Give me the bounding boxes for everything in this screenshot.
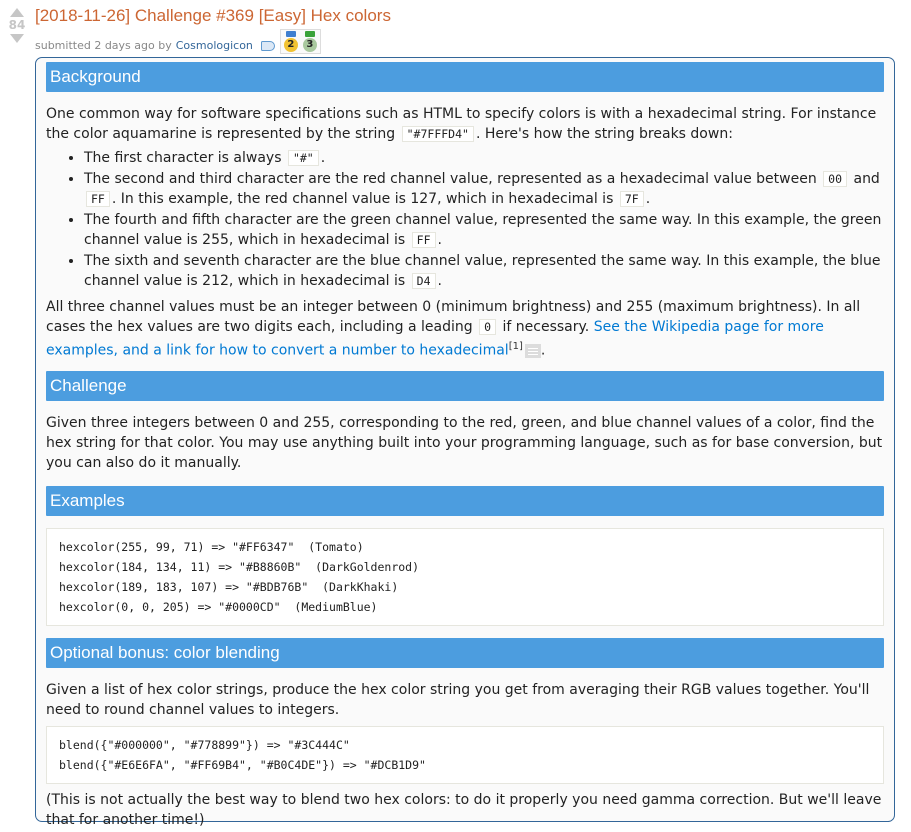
vote-column: 84 (6, 8, 28, 43)
code-line: hexcolor(0, 0, 205) => "#0000CD" (Medium… (59, 599, 378, 614)
breakdown-list: The first character is always "#". The s… (46, 148, 884, 291)
badge-flag-icon (285, 31, 296, 37)
post-body: Background One common way for software s… (35, 57, 895, 828)
code-ff: FF (411, 232, 436, 248)
heading-examples: Examples (46, 485, 884, 516)
background-intro: One common way for software specificatio… (46, 104, 884, 144)
code-line: hexcolor(255, 99, 71) => "#FF6347" (Toma… (59, 539, 364, 554)
badge-medal-3: 3 (302, 38, 317, 52)
expando-note-icon[interactable] (524, 343, 541, 358)
bullet-text: The first character is always (84, 150, 282, 166)
downvote-arrow-icon[interactable] (10, 34, 24, 43)
list-item: The fourth and fifth character are the g… (84, 210, 884, 250)
bullet-text: The second and third character are the r… (84, 171, 817, 187)
badge-silver: 2 (283, 31, 299, 52)
post-title[interactable]: [2018-11-26] Challenge #369 [Easy] Hex c… (35, 6, 391, 26)
badge-flag-icon (304, 31, 315, 37)
code-line: blend({"#000000", "#778899"}) => "#3C444… (59, 737, 350, 752)
badge-green: 3 (302, 31, 318, 52)
bonus-note: (This is not actually the best way to bl… (46, 791, 882, 828)
code-7f: 7F (619, 191, 644, 207)
submitted-text: submitted 2 days ago by (35, 39, 172, 52)
examples-code-block: hexcolor(255, 99, 71) => "#FF6347" (Toma… (46, 527, 884, 626)
upvote-arrow-icon[interactable] (10, 8, 24, 17)
intro-text-end: . Here's how the string breaks down: (475, 126, 733, 142)
code-00: 00 (823, 171, 848, 187)
range-paragraph: All three channel values must be an inte… (46, 297, 884, 361)
bullet-end: . (320, 150, 326, 166)
post-tagline: submitted 2 days ago by Cosmologicon 2 3 (35, 29, 321, 58)
heading-bonus: Optional bonus: color blending (46, 637, 884, 668)
code-line: hexcolor(189, 183, 107) => "#BDB76B" (Da… (59, 579, 399, 594)
challenge-text: Given three integers between 0 and 255, … (46, 414, 883, 471)
bullet-text: The fourth and fifth character are the g… (84, 212, 882, 248)
bonus-code-block: blend({"#000000", "#778899"}) => "#3C444… (46, 725, 884, 784)
bullet-end: . (645, 191, 651, 207)
bullet-text: . In this example, the red channel value… (111, 191, 614, 207)
list-item: The first character is always "#". (84, 148, 884, 168)
bullet-text: The sixth and seventh character are the … (84, 253, 881, 289)
footnote-ref[interactable]: [1] (509, 341, 523, 352)
bullet-text: and (853, 171, 880, 187)
bullet-end: . (437, 273, 442, 289)
code-ff: FF (86, 191, 110, 207)
heading-challenge: Challenge (46, 370, 884, 401)
code-zero: 0 (479, 319, 497, 335)
range-text-b: if necessary. (502, 319, 590, 335)
code-hash: "#" (287, 150, 319, 166)
code-line: blend({"#E6E6FA", "#FF69B4", "#B0C4DE"})… (59, 757, 426, 772)
code-aquamarine: "#7FFFD4" (401, 126, 474, 142)
heading-background: Background (46, 62, 884, 92)
author-link[interactable]: Cosmologicon (176, 39, 253, 52)
reddit-post: 84 [2018-11-26] Challenge #369 [Easy] He… (0, 0, 911, 832)
code-d4: D4 (411, 273, 436, 289)
list-item: The sixth and seventh character are the … (84, 251, 884, 291)
bullet-end: . (437, 232, 442, 248)
range-end: . (540, 342, 546, 359)
trophy-badges: 2 3 (279, 29, 321, 54)
badge-medal-2: 2 (283, 38, 298, 52)
moderator-tag-icon (260, 40, 275, 51)
bonus-text: Given a list of hex color strings, produ… (46, 681, 870, 718)
post-score: 84 (8, 18, 26, 32)
code-line: hexcolor(184, 134, 11) => "#B8860B" (Dar… (59, 559, 420, 574)
list-item: The second and third character are the r… (84, 169, 884, 209)
